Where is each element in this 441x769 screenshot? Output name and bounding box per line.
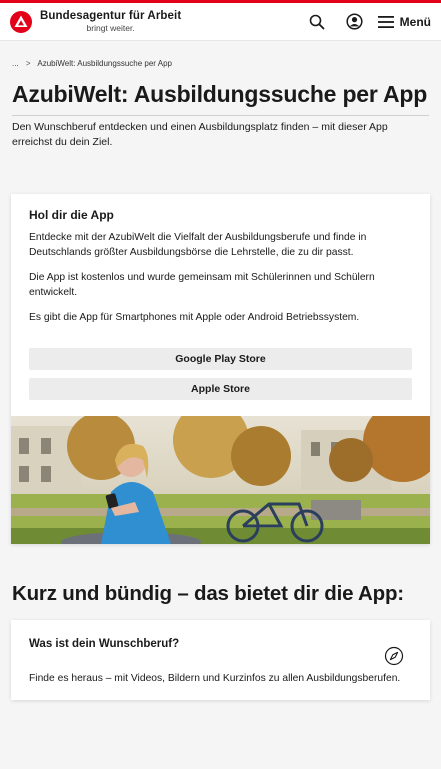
menu-button[interactable]: Menü	[377, 7, 431, 37]
app-promo-photo	[11, 415, 430, 544]
page-intro: Den Wunschberuf entdecken und einen Ausb…	[12, 121, 388, 148]
feature-card-heading: Was ist dein Wunschberuf?	[29, 637, 180, 650]
breadcrumb-ellipsis[interactable]: ...	[12, 59, 19, 68]
search-icon	[309, 14, 325, 29]
account-button[interactable]	[340, 7, 370, 37]
app-card-paragraph: Es gibt die App für Smartphones mit Appl…	[29, 312, 360, 323]
breadcrumb-separator-icon: >	[25, 59, 31, 68]
woman-with-phone-illustration	[11, 415, 430, 544]
app-download-card: Hol dir die App Entdecke mit der AzubiWe…	[11, 194, 430, 544]
app-card-paragraph: Die App ist kostenlos und wurde gemeinsa…	[29, 272, 375, 298]
search-button[interactable]	[302, 7, 332, 37]
brand-name: Bundesagentur für Arbeit	[40, 9, 182, 22]
feature-card-text: Finde es heraus – mit Videos, Bildern un…	[29, 672, 401, 684]
compass-icon	[384, 646, 404, 665]
page-title: AzubiWelt: Ausbildungssuche per App	[12, 81, 428, 107]
ba-logo-icon	[10, 10, 32, 33]
brand-text: Bundesagentur für Arbeit bringt weiter.	[40, 9, 182, 33]
app-card-paragraph: Entdecke mit der AzubiWelt die Vielfalt …	[29, 232, 367, 258]
section-heading: Kurz und bündig – das bietet dir die App…	[12, 581, 404, 605]
title-divider	[12, 115, 429, 116]
menu-label: Menü	[399, 14, 431, 29]
user-icon	[346, 13, 363, 30]
apple-store-button[interactable]: Apple Store	[29, 377, 412, 400]
breadcrumb: ... > AzubiWelt: Ausbildungssuche per Ap…	[0, 41, 441, 69]
brand-logo-link[interactable]: Bundesagentur für Arbeit bringt weiter.	[10, 9, 302, 33]
brand-tagline: bringt weiter.	[86, 23, 135, 33]
breadcrumb-current: AzubiWelt: Ausbildungssuche per App	[37, 59, 172, 68]
hamburger-icon	[377, 15, 394, 28]
feature-card-wunschberuf: Was ist dein Wunschberuf? Finde es herau…	[11, 619, 430, 700]
site-header: Bundesagentur für Arbeit bringt weiter. …	[0, 3, 441, 41]
app-card-heading: Hol dir die App	[29, 208, 114, 222]
google-play-store-button[interactable]: Google Play Store	[29, 347, 412, 370]
